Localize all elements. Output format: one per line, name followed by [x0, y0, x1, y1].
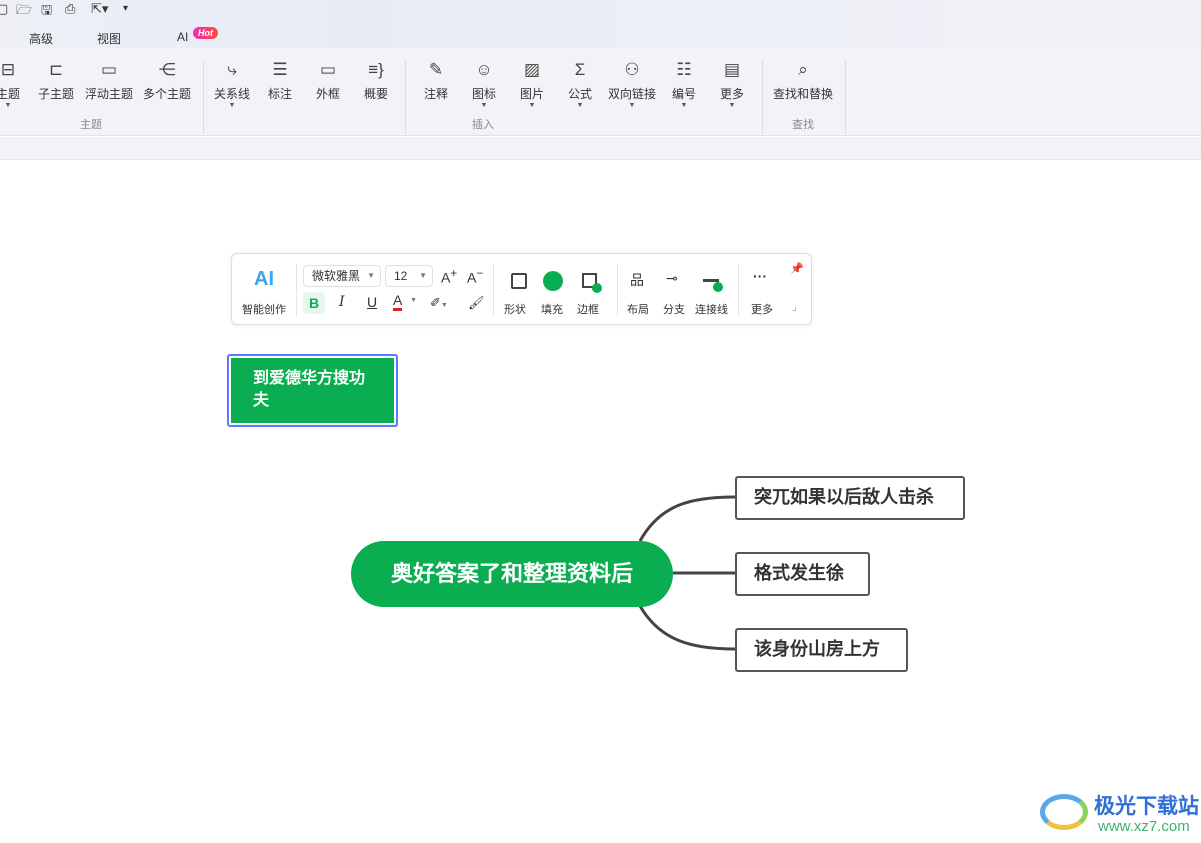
subtopic-node-1[interactable]: 突兀如果以后敌人击杀: [735, 476, 965, 520]
watermark-name: 极光下载站: [1094, 795, 1199, 818]
logo-swirl-icon: [1040, 794, 1088, 830]
connector-line-1: [638, 495, 736, 542]
subtopic-node-2[interactable]: 格式发生徐: [735, 552, 870, 596]
watermark-url: www.xz7.com: [1098, 818, 1190, 835]
subtopic-node-3[interactable]: 该身份山房上方: [735, 628, 908, 672]
branch-connectors: [638, 495, 736, 651]
watermark-logo: 极光下载站 www.xz7.com: [1040, 790, 1200, 838]
central-topic-node[interactable]: 奥好答案了和整理资料后: [351, 541, 673, 607]
connector-line-3: [638, 605, 736, 651]
